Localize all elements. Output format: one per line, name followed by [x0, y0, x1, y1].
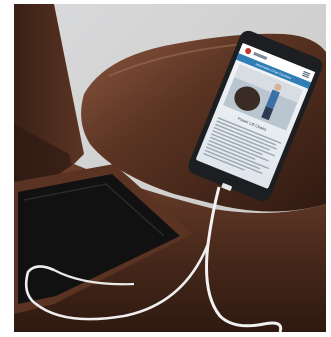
photo-frame: Information Chair Furniture Power Lift C… — [14, 4, 326, 332]
product-photo: Information Chair Furniture Power Lift C… — [0, 0, 331, 337]
photo-illustration: Information Chair Furniture Power Lift C… — [14, 4, 326, 332]
